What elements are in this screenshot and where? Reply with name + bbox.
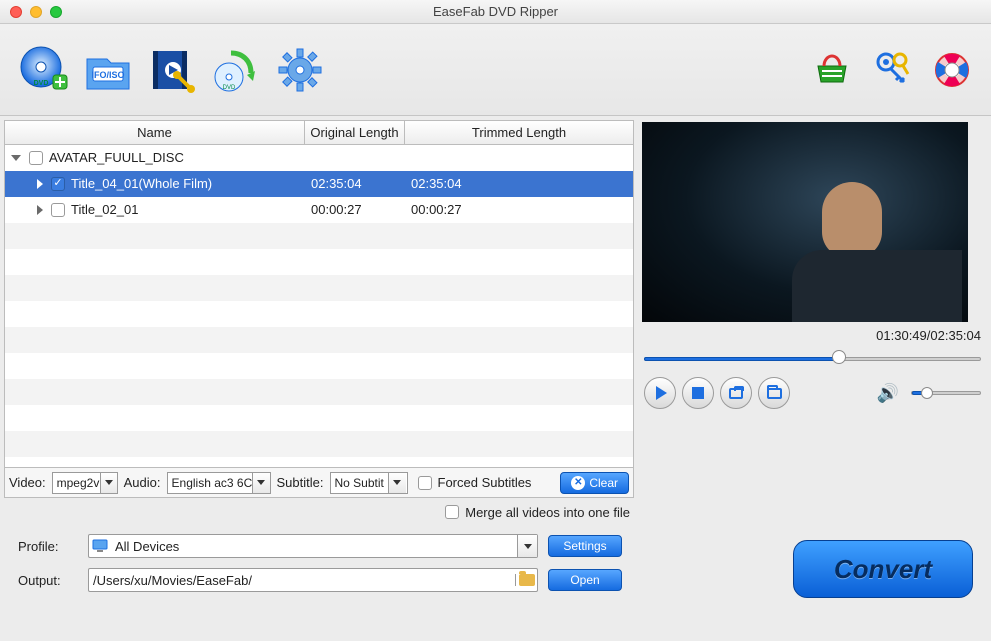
titlebar: EaseFab DVD Ripper (0, 0, 991, 24)
open-output-button[interactable]: Open (548, 569, 622, 591)
title-name: Title_04_01(Whole Film) (71, 176, 212, 191)
stop-button[interactable] (682, 377, 714, 409)
table-row[interactable]: Title_04_01(Whole Film) 02:35:04 02:35:0… (5, 171, 633, 197)
audio-label: Audio: (124, 475, 161, 490)
convert-button[interactable]: DVD (210, 44, 262, 96)
title-table: Name Original Length Trimmed Length AVAT… (4, 120, 634, 468)
subtitle-label: Subtitle: (277, 475, 324, 490)
preview-time: 01:30:49/02:35:04 (642, 322, 983, 349)
chevron-down-icon (517, 535, 537, 557)
help-button[interactable] (931, 49, 973, 91)
settings-button[interactable] (274, 44, 326, 96)
camera-icon (729, 388, 743, 399)
track-options: Video: mpeg2v Audio: English ac3 6C Subt… (4, 468, 634, 498)
play-button[interactable] (644, 377, 676, 409)
profile-settings-button[interactable]: Settings (548, 535, 622, 557)
table-row[interactable]: Title_02_01 00:00:27 00:00:27 (5, 197, 633, 223)
checkbox[interactable] (29, 151, 43, 165)
svg-text:DVD: DVD (34, 80, 49, 87)
preview-image (642, 122, 968, 322)
checkbox[interactable] (51, 177, 65, 191)
expand-icon[interactable] (37, 179, 43, 189)
table-row[interactable]: AVATAR_FUULL_DISC (5, 145, 633, 171)
forced-subtitles-checkbox[interactable] (418, 476, 432, 490)
main-toolbar: DVD IFO/ISO (0, 24, 991, 116)
device-icon (89, 539, 111, 553)
forced-subtitles-label: Forced Subtitles (438, 475, 532, 490)
ifo-iso-button[interactable]: IFO/ISO (82, 44, 134, 96)
trimmed-length: 00:00:27 (405, 197, 633, 222)
col-header-name[interactable]: Name (5, 121, 305, 145)
original-length: 02:35:04 (305, 171, 405, 196)
chevron-down-icon (388, 473, 406, 493)
merge-label: Merge all videos into one file (465, 505, 630, 520)
folder-icon (515, 574, 537, 586)
window-title: EaseFab DVD Ripper (0, 4, 991, 19)
original-length: 00:00:27 (305, 197, 405, 222)
disc-name: AVATAR_FUULL_DISC (49, 150, 184, 165)
chevron-down-icon (100, 473, 117, 493)
seek-slider[interactable] (644, 353, 981, 363)
snapshot-button[interactable] (720, 377, 752, 409)
add-dvd-button[interactable]: DVD (18, 44, 70, 96)
svg-text:IFO/ISO: IFO/ISO (91, 70, 124, 80)
checkbox[interactable] (51, 203, 65, 217)
audio-select[interactable]: English ac3 6C (167, 472, 271, 494)
video-label: Video: (9, 475, 46, 490)
expand-icon[interactable] (37, 205, 43, 215)
trimmed-length: 02:35:04 (405, 171, 633, 196)
shop-button[interactable] (811, 49, 853, 91)
output-path-field[interactable]: /Users/xu/Movies/EaseFab/ (88, 568, 538, 592)
subtitle-select[interactable]: No Subtit (330, 472, 408, 494)
col-header-trimmed[interactable]: Trimmed Length (405, 121, 633, 145)
chevron-down-icon (252, 473, 269, 493)
svg-text:DVD: DVD (223, 85, 236, 91)
col-header-original[interactable]: Original Length (305, 121, 405, 145)
register-button[interactable] (871, 49, 913, 91)
volume-icon[interactable]: 🔊 (877, 383, 899, 404)
title-name: Title_02_01 (71, 202, 138, 217)
merge-checkbox[interactable] (445, 505, 459, 519)
edit-video-button[interactable] (146, 44, 198, 96)
profile-label: Profile: (18, 539, 78, 554)
volume-slider[interactable] (911, 391, 981, 395)
output-label: Output: (18, 573, 78, 588)
profile-select[interactable]: All Devices (88, 534, 538, 558)
expand-icon[interactable] (11, 155, 21, 161)
video-select[interactable]: mpeg2v (52, 472, 118, 494)
open-folder-button[interactable] (758, 377, 790, 409)
stop-icon (692, 387, 704, 399)
convert-button[interactable]: Convert (793, 540, 973, 598)
folder-icon (767, 388, 782, 399)
clear-button[interactable]: ✕ Clear (560, 472, 629, 494)
clear-icon: ✕ (571, 476, 585, 490)
play-icon (656, 386, 667, 400)
